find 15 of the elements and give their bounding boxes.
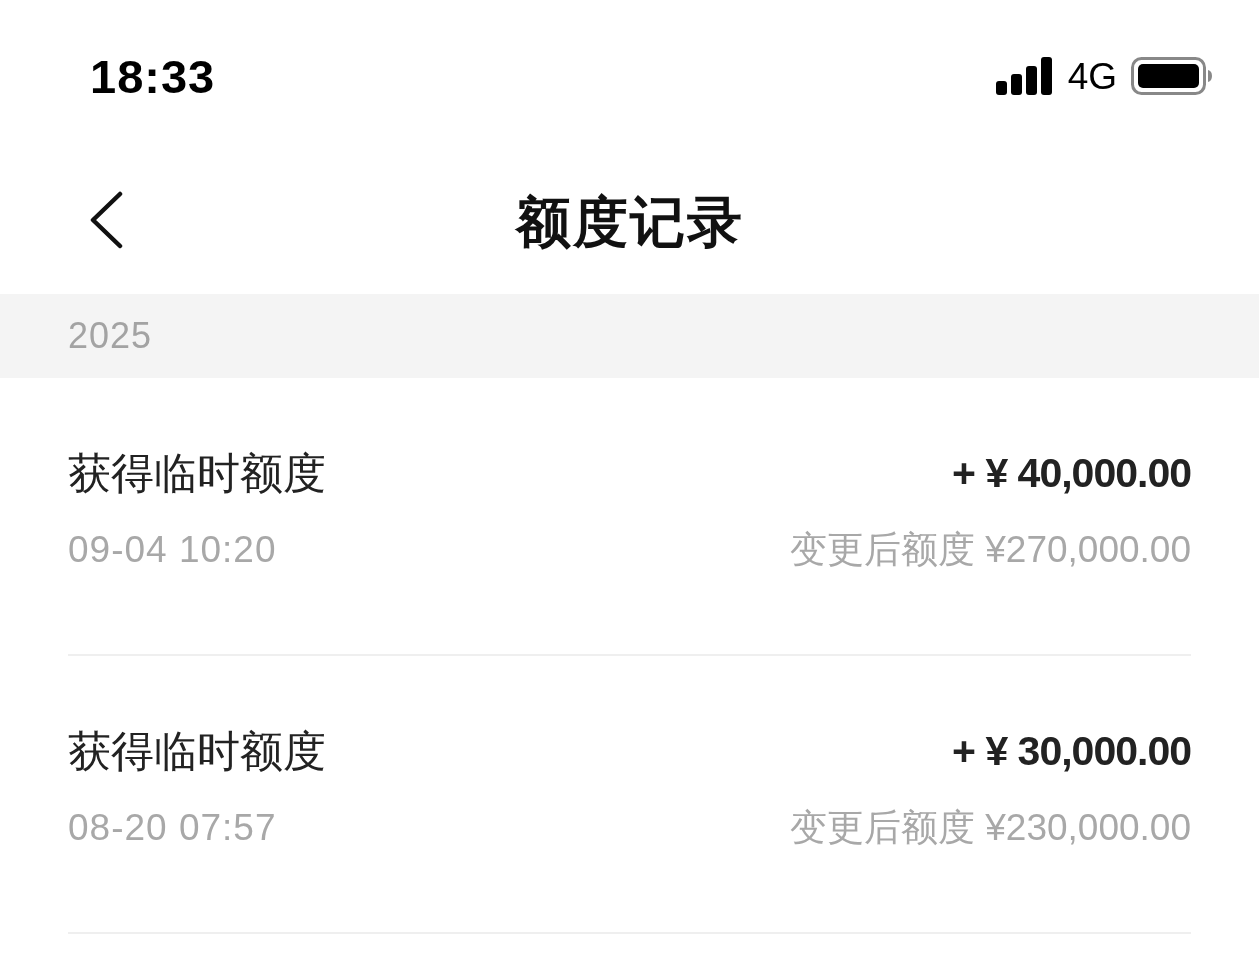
record-time: 09-04 10:20 <box>68 530 277 568</box>
record-amount: + ¥ 40,000.00 <box>952 452 1191 494</box>
chevron-left-icon <box>88 191 124 249</box>
balance-after-change: 变更后额度 ¥230,000.00 <box>789 808 1191 846</box>
balance-after-change: 变更后额度 ¥270,000.00 <box>789 530 1191 568</box>
signal-icon <box>995 57 1054 95</box>
year-label: 2025 <box>68 318 153 354</box>
page-title: 额度记录 <box>515 194 744 250</box>
record-title: 获得临时额度 <box>68 729 326 773</box>
record-title: 获得临时额度 <box>68 451 326 495</box>
record-amount: + ¥ 30,000.00 <box>952 730 1191 772</box>
battery-icon <box>1131 57 1213 95</box>
status-time: 18:33 <box>90 52 216 100</box>
record-time: 08-20 07:57 <box>68 808 277 846</box>
network-label: 4G <box>1067 57 1117 95</box>
